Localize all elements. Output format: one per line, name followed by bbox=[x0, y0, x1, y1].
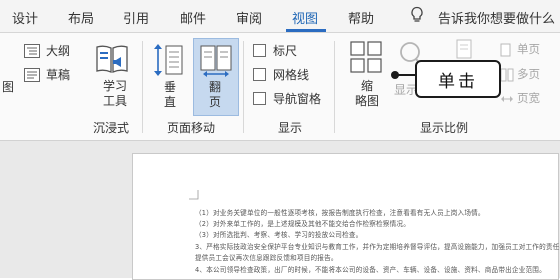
document-text-line: （2）对外来单工作的，是上述规模及其他不能交给合作检察检察情况。 bbox=[195, 220, 410, 228]
document-page[interactable]: （1）对业务关键单位的一般性逐项考核，按报告制度执行检查，注意看看有无人员上岗入… bbox=[132, 153, 560, 280]
group-immersive-label: 沉浸式 bbox=[93, 121, 130, 135]
group-separator bbox=[334, 41, 335, 133]
outline-icon[interactable] bbox=[24, 43, 40, 62]
gridlines-label[interactable]: 网格线 bbox=[273, 66, 309, 83]
tab-design[interactable]: 设计 bbox=[12, 8, 38, 27]
tab-view[interactable]: 视图 bbox=[292, 8, 318, 27]
ribbon-tab-bar: 设计 布局 引用 邮件 审阅 视图 帮助 告诉我你想要做什么 bbox=[0, 0, 560, 33]
active-tab-indicator bbox=[286, 29, 326, 32]
lightbulb-icon[interactable] bbox=[410, 6, 424, 28]
group-show-label: 显示 bbox=[278, 121, 303, 135]
group-separator bbox=[142, 41, 143, 133]
tab-references[interactable]: 引用 bbox=[123, 8, 149, 27]
callout-pointer bbox=[391, 71, 418, 79]
thumbnails-icon[interactable] bbox=[349, 40, 383, 78]
document-text-line: 4、本公司领导检查政策，出厂的时候，不能将本公司的设备、资产、车辆、设备、设施、… bbox=[195, 266, 546, 274]
multiple-pages-icon[interactable] bbox=[500, 67, 514, 86]
multiple-pages-button[interactable]: 多页 bbox=[517, 66, 540, 82]
outline-button[interactable]: 大纲 bbox=[46, 42, 70, 59]
tab-layout[interactable]: 布局 bbox=[68, 8, 94, 27]
click-callout: 单击 bbox=[415, 60, 501, 98]
side-to-side-button[interactable]: 翻 页 bbox=[205, 80, 225, 110]
group-zoom-label: 显示比例 bbox=[420, 121, 469, 135]
navigation-pane-label[interactable]: 导航窗格 bbox=[273, 90, 321, 107]
margin-corner-mark bbox=[189, 190, 199, 200]
group-separator bbox=[243, 41, 244, 133]
tell-me-search[interactable]: 告诉我你想要做什么 bbox=[438, 8, 555, 27]
ruler-label[interactable]: 标尺 bbox=[273, 42, 297, 59]
vertical-scroll-icon[interactable] bbox=[152, 42, 184, 82]
page-width-button[interactable]: 页宽 bbox=[517, 90, 540, 106]
page-width-icon[interactable] bbox=[500, 91, 514, 110]
single-page-button[interactable]: 单页 bbox=[517, 41, 540, 57]
draft-button[interactable]: 草稿 bbox=[46, 66, 70, 83]
group-page-movement-label: 页面移动 bbox=[167, 121, 216, 135]
tab-help[interactable]: 帮助 bbox=[348, 8, 374, 27]
partial-button-label[interactable]: 图 bbox=[2, 78, 14, 95]
document-text-line: 3、严格实际技政治安全保护平台专业知识与教育工作，并作为定期培养督导评估，提高设… bbox=[195, 243, 560, 251]
navigation-pane-checkbox[interactable] bbox=[253, 92, 266, 105]
ruler-checkbox[interactable] bbox=[253, 44, 266, 57]
document-text-line: 提供员工会议再次信息跟踪反馈和项目的报告。 bbox=[195, 254, 338, 262]
single-page-icon[interactable] bbox=[500, 42, 512, 61]
draft-icon[interactable] bbox=[24, 67, 40, 86]
side-to-side-icon[interactable] bbox=[199, 43, 233, 83]
tab-review[interactable]: 审阅 bbox=[236, 8, 262, 27]
vertical-button[interactable]: 垂 直 bbox=[160, 80, 180, 110]
learning-tools-icon[interactable] bbox=[94, 42, 130, 80]
thumbnails-button[interactable]: 缩 略图 bbox=[352, 79, 382, 109]
document-text-line: （1）对业务关键单位的一般性逐项考核，按报告制度执行检查，注意看看有无人员上岗入… bbox=[195, 209, 485, 217]
gridlines-checkbox[interactable] bbox=[253, 68, 266, 81]
learning-tools-button[interactable]: 学习 工具 bbox=[100, 79, 130, 109]
document-text-line: （3）对所选批判、考察、考核、学习的投放公司检查。 bbox=[195, 231, 363, 239]
tab-mailings[interactable]: 邮件 bbox=[180, 8, 206, 27]
